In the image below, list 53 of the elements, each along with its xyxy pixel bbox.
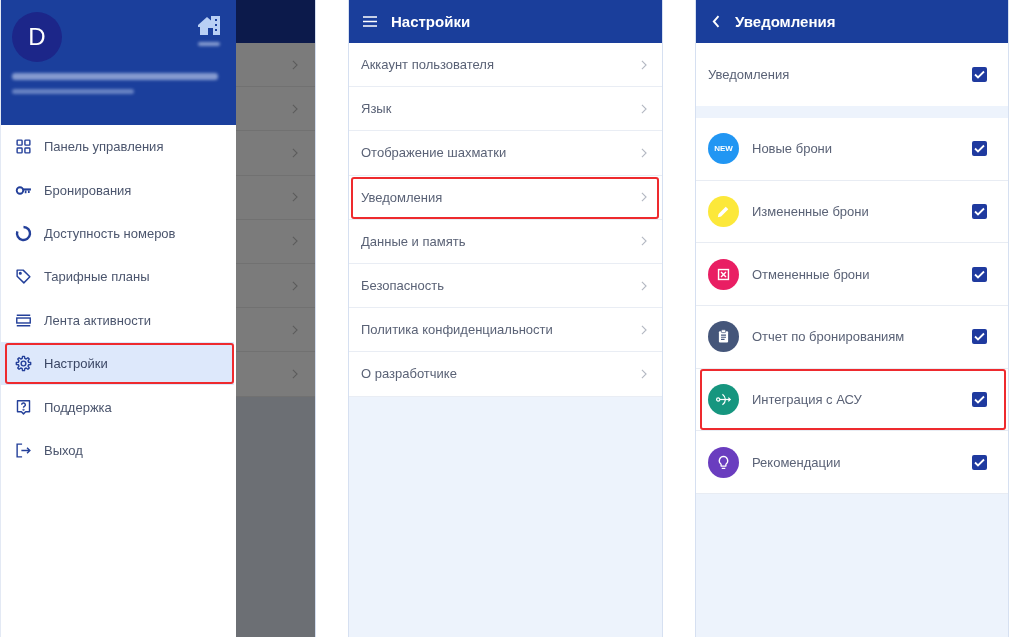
menu-item[interactable]: Поддержка bbox=[1, 385, 234, 429]
checkbox[interactable] bbox=[972, 67, 987, 82]
chevron-icon bbox=[641, 192, 647, 203]
new-badge: NEW bbox=[708, 133, 739, 165]
back-icon[interactable] bbox=[712, 15, 720, 28]
checkbox[interactable] bbox=[972, 204, 987, 220]
settings-row[interactable]: Данные и память bbox=[349, 219, 662, 264]
menu-item[interactable]: Тарифные планы bbox=[1, 255, 234, 299]
settings-row[interactable]: Политика конфиденциальности bbox=[349, 308, 662, 353]
settings-row[interactable]: О разработчике bbox=[349, 352, 662, 397]
notification-label: Отмененные брони bbox=[752, 266, 871, 282]
settings-row[interactable]: Безопасность bbox=[349, 263, 662, 309]
settings-row[interactable]: Отображение шахматки bbox=[349, 131, 662, 176]
avatar: D bbox=[12, 12, 62, 62]
settings-row[interactable]: Язык bbox=[349, 87, 662, 132]
checkbox[interactable] bbox=[972, 392, 987, 408]
checkbox[interactable] bbox=[972, 141, 987, 157]
setting-label: Уведомления bbox=[708, 67, 791, 82]
chevron-icon bbox=[641, 236, 647, 247]
ring-icon bbox=[15, 224, 32, 242]
help-icon bbox=[15, 398, 32, 416]
chevron-icon bbox=[641, 280, 647, 291]
checkbox[interactable] bbox=[972, 329, 987, 345]
feed-icon bbox=[15, 311, 32, 329]
menu-item[interactable]: Доступность номеров bbox=[1, 211, 234, 256]
notification-label: Отчет по бронированиям bbox=[752, 329, 906, 345]
logout-icon bbox=[15, 441, 32, 459]
chevron-icon bbox=[641, 368, 647, 379]
screen-title: Уведомления bbox=[735, 13, 836, 30]
tag-icon bbox=[15, 268, 32, 286]
chevron-icon bbox=[641, 147, 647, 158]
settings-icon bbox=[15, 355, 32, 373]
menu-icon[interactable] bbox=[363, 16, 377, 27]
notification-label: Рекомендации bbox=[752, 454, 842, 470]
screen-title: Настройки bbox=[391, 13, 471, 30]
menu-item[interactable]: Выход bbox=[1, 428, 234, 473]
blurred-text bbox=[198, 42, 220, 46]
menu-item[interactable]: Панель управления bbox=[1, 125, 234, 169]
notification-label: Новые брони bbox=[752, 141, 834, 157]
menu-item[interactable]: Лента активности bbox=[1, 298, 234, 342]
chevron-icon bbox=[641, 324, 647, 335]
chevron-icon bbox=[641, 59, 647, 70]
settings-row[interactable]: Уведомления bbox=[349, 175, 662, 220]
checkbox[interactable] bbox=[972, 266, 987, 282]
menu-item[interactable]: Бронирования bbox=[1, 168, 234, 212]
checkbox[interactable] bbox=[972, 454, 987, 470]
settings-row[interactable]: Аккаунт пользователя bbox=[349, 43, 662, 88]
grid-icon bbox=[15, 138, 32, 156]
chevron-icon bbox=[641, 103, 647, 114]
house-icon bbox=[197, 15, 221, 35]
menu-item[interactable]: Настройки bbox=[1, 341, 234, 386]
notification-label: Измененные брони bbox=[752, 204, 870, 220]
notification-label: Интеграция с АСУ bbox=[752, 392, 863, 408]
